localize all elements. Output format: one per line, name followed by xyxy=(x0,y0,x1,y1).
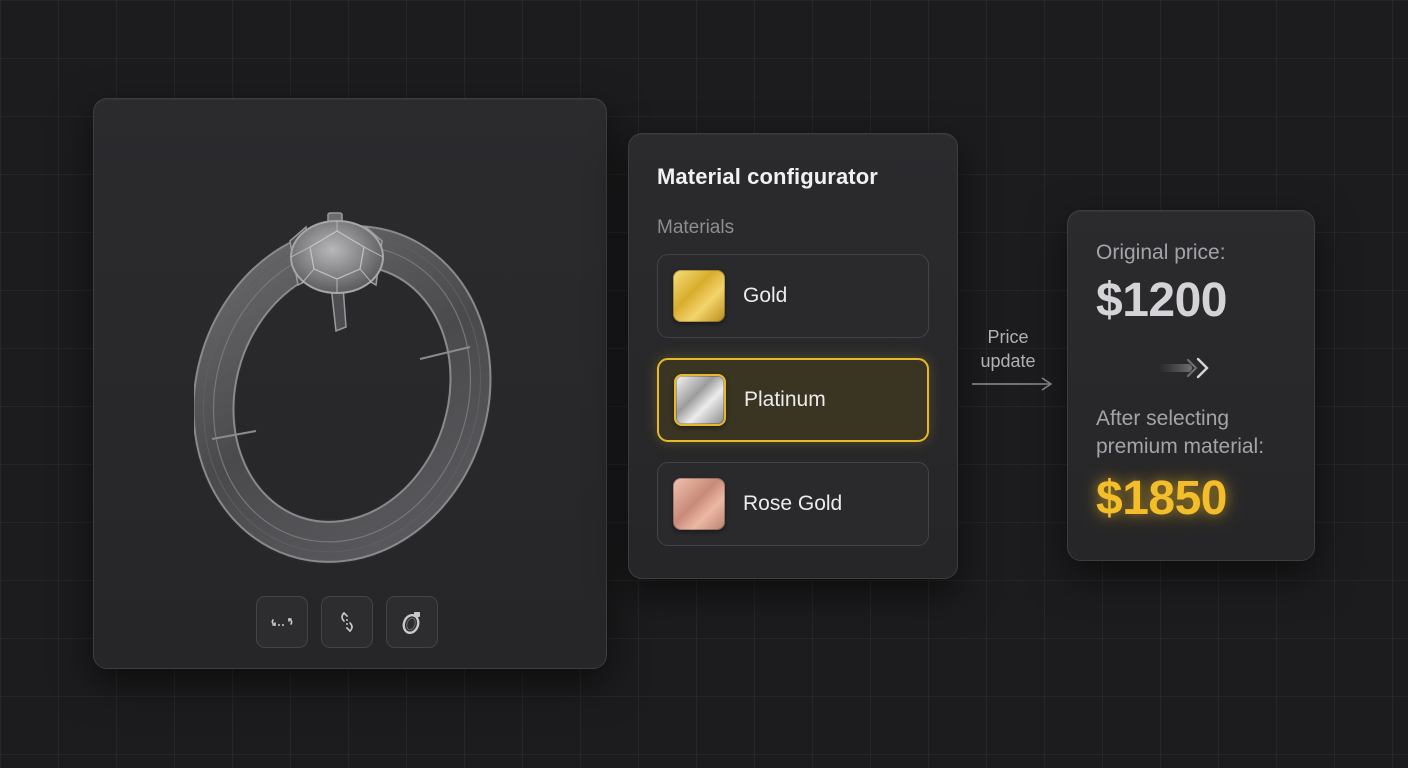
ring-view-icon xyxy=(402,612,420,635)
price-update-label: Price update xyxy=(968,325,1048,373)
price-update-line1: Price xyxy=(987,327,1029,347)
material-option-platinum[interactable]: Platinum xyxy=(657,358,929,442)
platinum-swatch xyxy=(674,374,726,426)
original-price-value: $1200 xyxy=(1096,274,1227,327)
material-label: Platinum xyxy=(744,388,826,411)
after-label-line1: After selecting xyxy=(1096,407,1230,430)
ring-3d-model[interactable] xyxy=(194,169,494,569)
material-option-gold[interactable]: Gold xyxy=(657,254,929,338)
gold-swatch xyxy=(673,270,725,322)
material-configurator-panel: Material configurator Materials Gold Pla… xyxy=(628,133,958,579)
price-panel: Original price: $1200 After selecting pr… xyxy=(1067,210,1315,561)
rose-gold-swatch xyxy=(673,478,725,530)
new-price-value: $1850 xyxy=(1096,472,1227,525)
original-price-label: Original price: xyxy=(1096,241,1226,264)
configurator-title: Material configurator xyxy=(657,164,878,189)
arrow-right-icon xyxy=(972,377,1053,391)
material-label: Gold xyxy=(743,284,788,307)
materials-label: Materials xyxy=(657,217,735,238)
rotate-horizontal-icon xyxy=(271,618,293,626)
material-option-rose-gold[interactable]: Rose Gold xyxy=(657,462,929,546)
ring-view-button[interactable] xyxy=(386,596,438,648)
after-label-line2: premium material: xyxy=(1096,435,1265,458)
after-selecting-label: After selecting premium material: xyxy=(1096,405,1264,461)
rotate-vertical-icon xyxy=(341,612,353,632)
rotate-horizontal-button[interactable] xyxy=(256,596,308,648)
chevron-right-icon xyxy=(1158,357,1209,379)
rotate-vertical-button[interactable] xyxy=(321,596,373,648)
price-update-line2: update xyxy=(980,351,1036,371)
material-label: Rose Gold xyxy=(743,492,843,515)
ring-viewer-panel[interactable] xyxy=(93,98,607,669)
